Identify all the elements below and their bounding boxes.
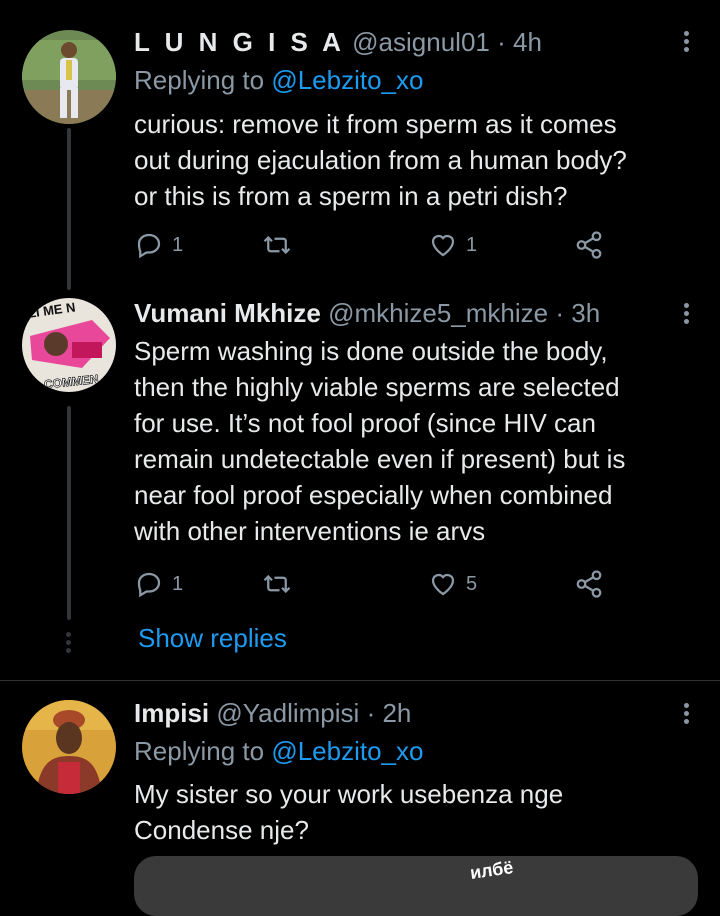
divider	[0, 680, 720, 681]
like-icon	[431, 573, 455, 596]
author-name[interactable]: L U N G I S A	[134, 27, 345, 57]
more-icon[interactable]	[676, 700, 696, 730]
tweet-actions: 1 5	[134, 569, 614, 599]
share-icon	[576, 570, 602, 598]
avatar[interactable]	[22, 30, 116, 124]
timestamp[interactable]: 2h	[382, 698, 411, 728]
timestamp[interactable]: 4h	[513, 27, 542, 57]
like-button[interactable]: 1	[428, 230, 477, 260]
retweet-icon	[263, 574, 291, 594]
tweet-text: Sperm washing is done outside the body, …	[134, 336, 626, 546]
thread-continuation-dots	[66, 629, 72, 656]
reply-button[interactable]: 1	[134, 230, 183, 260]
thread-line	[67, 128, 71, 290]
reply-icon	[137, 233, 161, 259]
thread-line	[67, 406, 71, 620]
mention-link[interactable]: @Lebzito_xo	[271, 65, 423, 95]
tweet-text: curious: remove it from sperm as it come…	[134, 109, 627, 211]
author-name[interactable]: Impisi	[134, 698, 209, 728]
replying-to-label: Replying to	[134, 65, 265, 95]
replying-to: Replying to @Lebzito_xo	[134, 735, 423, 767]
author-handle[interactable]: @mkhize5_mkhize	[328, 298, 548, 328]
reply-count: 1	[172, 233, 184, 256]
retweet-icon	[263, 235, 291, 255]
more-icon[interactable]	[676, 300, 696, 330]
reply-icon	[137, 572, 161, 598]
mention-link[interactable]: @Lebzito_xo	[271, 736, 423, 766]
avatar[interactable]	[22, 700, 116, 794]
retweet-button[interactable]	[262, 230, 292, 260]
separator: ·	[366, 698, 376, 728]
tweet-text: My sister so your work usebenza nge Cond…	[134, 779, 564, 845]
show-replies-link[interactable]: Show replies	[138, 621, 287, 655]
like-count: 5	[466, 572, 478, 595]
media-attachment[interactable]: илбё	[134, 856, 698, 916]
share-button[interactable]	[574, 230, 604, 260]
separator: ·	[555, 298, 565, 328]
avatar[interactable]: LI ME N COMMEN	[22, 298, 116, 392]
author-handle[interactable]: @Yadlimpisi	[216, 698, 359, 728]
timestamp[interactable]: 3h	[571, 298, 600, 328]
author-name[interactable]: Vumani Mkhize	[134, 298, 321, 328]
reply-count: 1	[172, 572, 184, 595]
share-button[interactable]	[574, 569, 604, 599]
author-handle[interactable]: @asignul01	[352, 27, 490, 57]
media-caption: илбё	[468, 857, 515, 883]
replying-to-label: Replying to	[134, 736, 265, 766]
separator: ·	[497, 27, 506, 57]
like-count: 1	[466, 233, 478, 256]
like-icon	[431, 234, 455, 257]
replying-to: Replying to @Lebzito_xo	[134, 64, 423, 96]
reply-button[interactable]: 1	[134, 569, 183, 599]
tweet-actions: 1 1	[134, 230, 614, 260]
more-icon[interactable]	[676, 28, 696, 58]
share-icon	[576, 231, 602, 259]
retweet-button[interactable]	[262, 569, 292, 599]
like-button[interactable]: 5	[428, 569, 477, 599]
